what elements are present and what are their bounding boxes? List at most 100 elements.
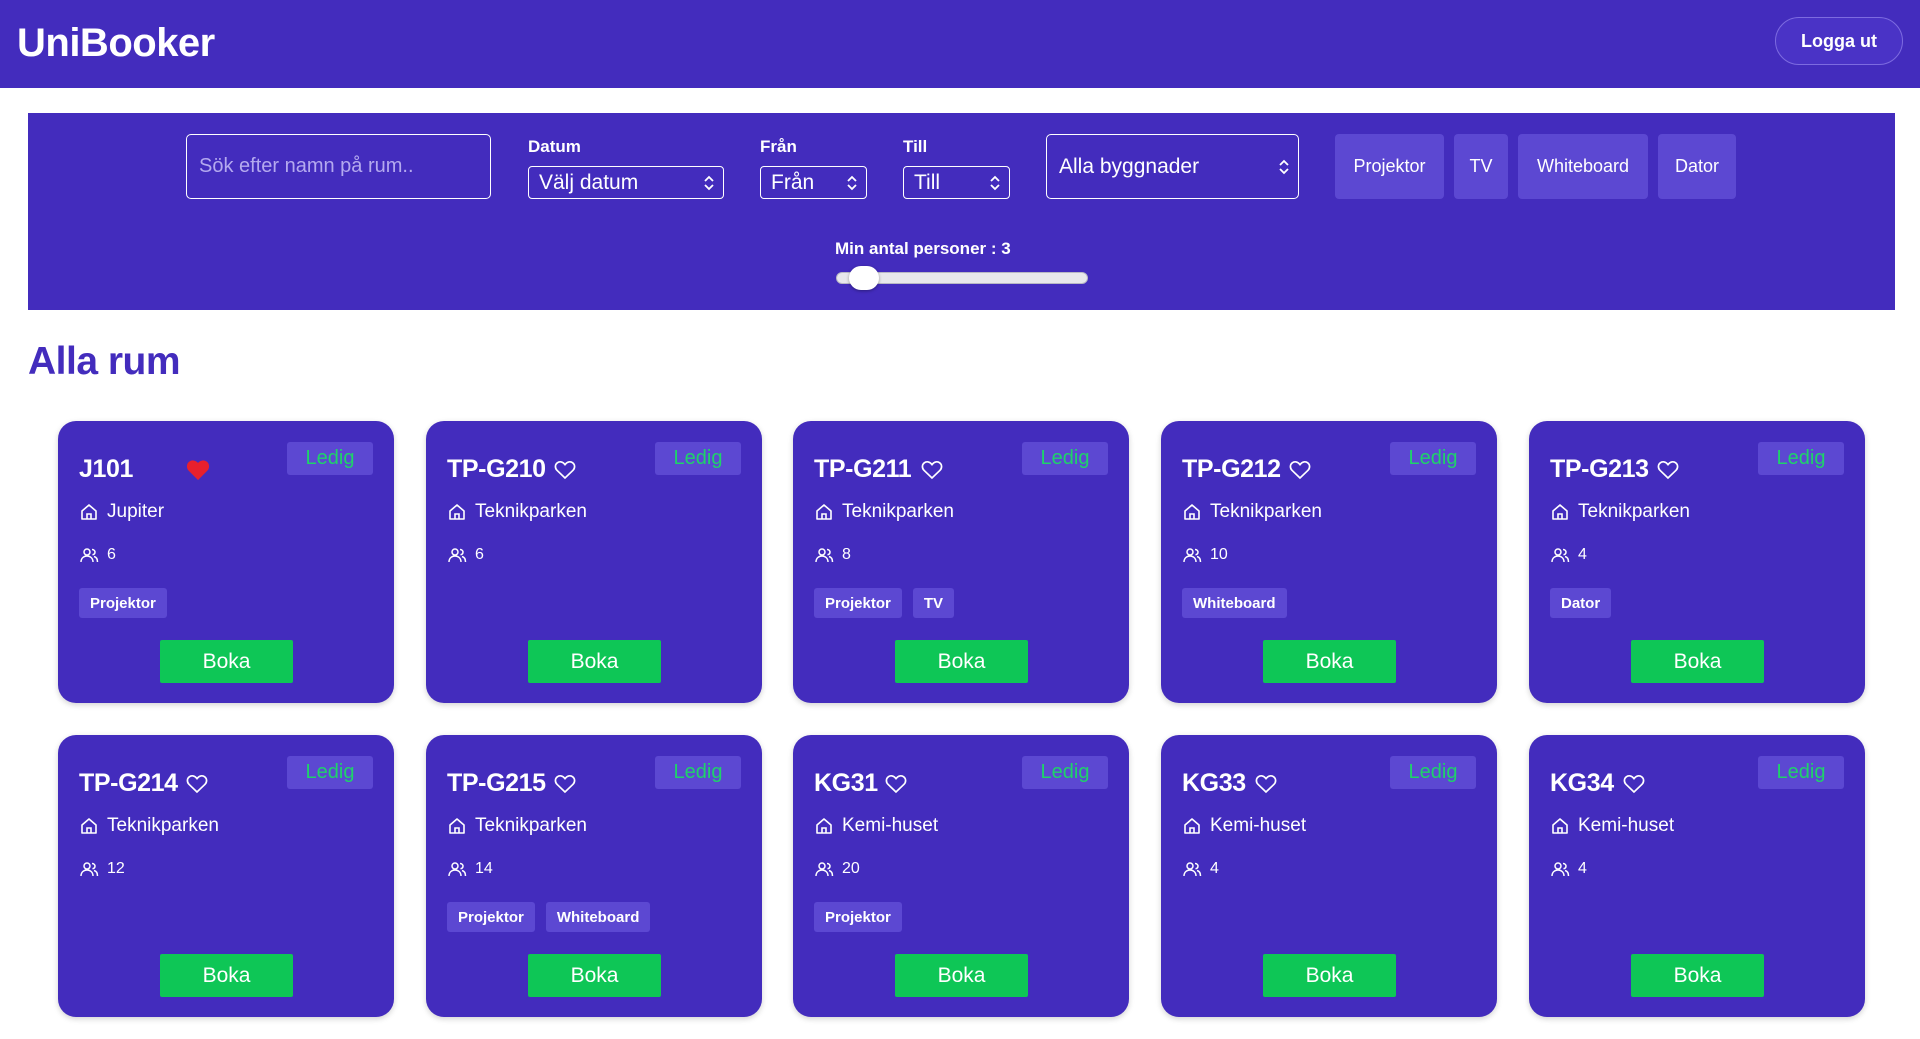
capacity-value: 4 (1578, 546, 1587, 563)
room-name: KG34 (1550, 769, 1614, 797)
equipment-tags: Dator (1550, 588, 1612, 618)
room-card: KG33 Ledig Kemi-huset 4 Boka (1161, 735, 1497, 1017)
updown-chevron-icon (990, 175, 1000, 191)
book-button[interactable]: Boka (528, 954, 661, 997)
favorite-heart-icon[interactable] (1622, 772, 1646, 794)
favorite-heart-icon[interactable] (920, 458, 944, 480)
capacity-value: 12 (107, 860, 125, 877)
building-name: Teknikparken (1210, 501, 1322, 522)
book-button[interactable]: Boka (160, 640, 293, 683)
building-icon (816, 818, 832, 834)
room-card: KG31 Ledig Kemi-huset 20 Projektor Boka (793, 735, 1129, 1017)
room-capacity: 20 (814, 859, 860, 879)
room-building: Teknikparken (1550, 501, 1690, 523)
room-capacity: 4 (1182, 859, 1219, 879)
favorite-heart-icon[interactable] (553, 772, 577, 794)
room-building: Kemi-huset (814, 815, 938, 837)
room-search-input[interactable] (186, 134, 491, 199)
building-name: Teknikparken (475, 815, 587, 836)
building-icon (449, 504, 465, 520)
book-button[interactable]: Boka (1263, 640, 1396, 683)
users-icon (1551, 548, 1570, 563)
room-name: KG31 (814, 769, 878, 797)
status-badge: Ledig (1390, 756, 1476, 789)
room-card: J101 Ledig Jupiter 6 Projektor Boka (58, 421, 394, 703)
brand-logo[interactable]: UniBooker (17, 18, 215, 68)
to-select-value: Till (914, 170, 941, 194)
room-card: TP-G213 Ledig Teknikparken 4 Dator Boka (1529, 421, 1865, 703)
filter-tv-button[interactable]: TV (1454, 134, 1508, 199)
equipment-tags: Whiteboard (1182, 588, 1287, 618)
logout-button[interactable]: Logga ut (1775, 17, 1903, 65)
building-name: Kemi-huset (1210, 815, 1307, 836)
updown-chevron-icon (704, 175, 714, 191)
capacity-value: 6 (107, 546, 116, 563)
building-icon (81, 818, 97, 834)
building-select[interactable]: Alla byggnader (1046, 134, 1299, 199)
building-name: Kemi-huset (1578, 815, 1675, 836)
room-card: TP-G214 Ledig Teknikparken 12 Boka (58, 735, 394, 1017)
building-select-value: Alla byggnader (1059, 154, 1200, 178)
building-name: Kemi-huset (842, 815, 939, 836)
book-button[interactable]: Boka (1631, 640, 1764, 683)
room-card: TP-G215 Ledig Teknikparken 14 Projektor White… (426, 735, 762, 1017)
book-button[interactable]: Boka (895, 640, 1028, 683)
updown-chevron-icon (1279, 159, 1289, 175)
room-capacity: 8 (814, 545, 851, 565)
favorite-heart-icon[interactable] (553, 458, 577, 480)
building-icon (816, 504, 832, 520)
book-button[interactable]: Boka (160, 954, 293, 997)
users-icon (1183, 862, 1202, 877)
room-building: Teknikparken (447, 501, 587, 523)
book-button[interactable]: Boka (528, 640, 661, 683)
favorite-heart-icon[interactable] (884, 772, 908, 794)
updown-chevron-icon (847, 175, 857, 191)
room-building: Teknikparken (814, 501, 954, 523)
room-card: KG34 Ledig Kemi-huset 4 Boka (1529, 735, 1865, 1017)
min-persons-slider-thumb[interactable] (849, 266, 879, 290)
status-badge: Ledig (655, 442, 741, 475)
status-badge: Ledig (1390, 442, 1476, 475)
equipment-tag: Projektor (814, 902, 902, 932)
users-icon (1183, 548, 1202, 563)
date-select[interactable]: Välj datum (528, 166, 724, 199)
capacity-value: 10 (1210, 546, 1228, 563)
from-select-value: Från (771, 170, 815, 194)
favorite-heart-icon[interactable] (1656, 458, 1680, 480)
equipment-tags: Projektor (814, 902, 902, 932)
room-name: KG33 (1182, 769, 1246, 797)
filter-dator-button[interactable]: Dator (1658, 134, 1736, 199)
book-button[interactable]: Boka (895, 954, 1028, 997)
favorite-heart-icon[interactable] (185, 772, 209, 794)
to-time-select[interactable]: Till (903, 166, 1010, 199)
building-icon (1184, 818, 1200, 834)
capacity-value: 20 (842, 860, 860, 877)
capacity-value: 8 (842, 546, 851, 563)
room-capacity: 12 (79, 859, 125, 879)
room-capacity: 4 (1550, 859, 1587, 879)
from-time-select[interactable]: Från (760, 166, 867, 199)
date-label: Datum (528, 137, 581, 156)
equipment-tag: Projektor (814, 588, 902, 618)
building-icon (81, 504, 97, 520)
building-name: Teknikparken (842, 501, 954, 522)
room-name: TP-G211 (814, 455, 912, 483)
building-name: Jupiter (107, 501, 165, 522)
favorite-heart-icon[interactable] (1254, 772, 1278, 794)
capacity-value: 14 (475, 860, 493, 877)
room-building: Teknikparken (447, 815, 587, 837)
to-label: Till (903, 137, 928, 156)
favorite-heart-icon[interactable] (1288, 458, 1312, 480)
filter-projektor-button[interactable]: Projektor (1335, 134, 1444, 199)
status-badge: Ledig (287, 442, 373, 475)
favorite-heart-icon[interactable] (186, 458, 210, 480)
filter-whiteboard-button[interactable]: Whiteboard (1518, 134, 1648, 199)
room-building: Teknikparken (1182, 501, 1322, 523)
room-building: Kemi-huset (1182, 815, 1306, 837)
equipment-tags: Projektor Whiteboard (447, 902, 651, 932)
book-button[interactable]: Boka (1263, 954, 1396, 997)
book-button[interactable]: Boka (1631, 954, 1764, 997)
capacity-value: 6 (475, 546, 484, 563)
building-icon (1552, 504, 1568, 520)
status-badge: Ledig (1758, 442, 1844, 475)
